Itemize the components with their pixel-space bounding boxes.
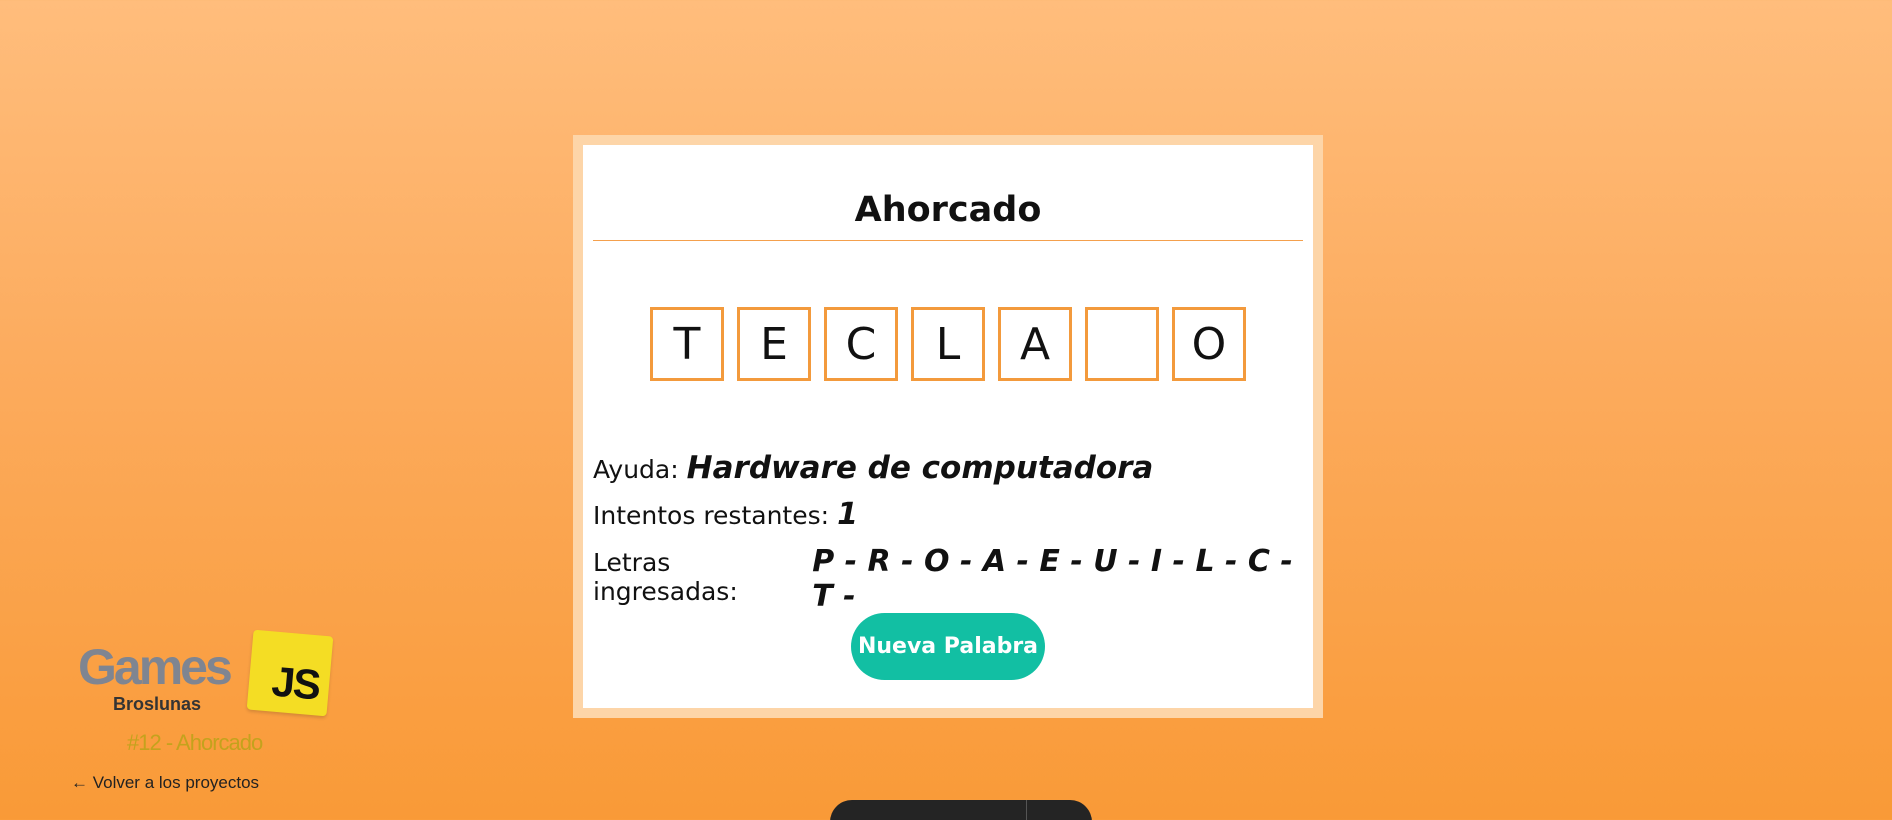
letter-box: O [1172,307,1246,381]
entered-letters-value: P - R - O - A - E - U - I - L - C - T - [812,544,1293,614]
js-badge-text: JS [269,657,322,709]
brand-logo: Games Broslunas JS [78,628,348,718]
letter-box: L [911,307,985,381]
hint-label: Ayuda: [593,455,679,484]
hint-value: Hardware de computadora [686,450,1154,486]
game-card-frame: Ahorcado T E C L A O Ayuda: Hardware de … [573,135,1323,718]
letter-box: E [737,307,811,381]
letter-box: T [650,307,724,381]
js-logo-icon: JS [246,629,334,717]
bottom-toolbar[interactable] [830,800,1092,820]
hint-row: Ayuda: Hardware de computadora [593,450,1303,497]
back-to-projects-link[interactable]: ← Volver a los proyectos [71,773,259,793]
brand-games-text: Games [78,639,233,695]
attempts-value: 1 [837,497,858,532]
word-display: T E C L A O [593,307,1303,381]
letter-box: C [824,307,898,381]
brand-subtitle: Broslunas [113,694,202,714]
entered-letters-label: Letras ingresadas: [593,548,738,606]
new-word-button[interactable]: Nueva Palabra [851,613,1045,680]
project-name: #12 - Ahorcado [127,730,263,755]
game-info: Ayuda: Hardware de computadora Intentos … [593,450,1303,614]
game-card: Ahorcado T E C L A O Ayuda: Hardware de … [583,145,1313,708]
attempts-row: Intentos restantes: 1 [593,497,1303,544]
button-wrap: Nueva Palabra [593,613,1303,680]
letter-box [1085,307,1159,381]
attempts-label: Intentos restantes: [593,501,830,530]
toolbar-divider [1026,800,1027,820]
letter-box: A [998,307,1072,381]
game-title: Ahorcado [593,145,1303,241]
entered-letters-row: Letras ingresadas: P - R - O - A - E - U… [593,544,1303,614]
